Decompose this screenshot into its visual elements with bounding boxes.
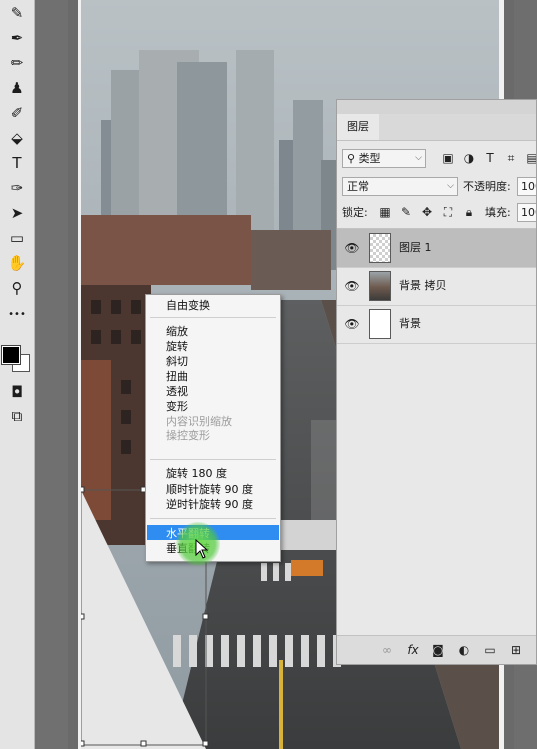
panel-titlebar[interactable] [337,100,536,114]
new-layer-icon[interactable]: ⊞ [508,642,524,658]
visibility-eye-icon[interactable]: 👁︎ [344,316,360,332]
layer-filter-row: ⚲ 类型 ⌵ ▣ ◑ T ⌗ ▤ [337,146,536,172]
menu-item[interactable]: 自由变换 [166,298,210,313]
quick-select-icon[interactable]: ✎ [4,2,30,24]
layer-thumbnail [369,309,391,339]
filter-kind-label: 类型 [358,152,381,165]
stamp-icon[interactable]: ♟ [4,77,30,99]
menu-separator [150,317,276,318]
layer-thumbnail [369,271,391,301]
lock-artboard-icon[interactable]: ⛶ [440,204,456,220]
layer-style-icon[interactable]: fx [405,642,421,658]
opacity-field[interactable]: 100 [517,177,536,196]
filter-smart-object-icon[interactable]: ▤ [524,150,536,166]
visibility-eye-icon[interactable]: 👁︎ [344,240,360,256]
layer-list: 👁︎ 图层 1 👁︎ 背景 拷贝 👁︎ 背景 [337,228,536,344]
brush-icon[interactable]: ✏ [4,52,30,74]
tools-panel: ✎ ✒ ✏ ♟ ✐ ⬙ T ✑ ➤ ▭ ✋ ⚲ ••• ◘ ⧉ [0,0,35,749]
menu-item[interactable]: 斜切 [166,354,188,369]
filter-type-icon[interactable]: T [482,150,498,166]
layer-thumbnail [369,233,391,263]
foreground-color-swatch[interactable] [1,345,21,365]
menu-item[interactable]: 透视 [166,384,188,399]
add-mask-icon[interactable]: ◙ [430,642,446,658]
lock-image-icon[interactable]: ✎ [398,204,414,220]
opacity-label: 不透明度: [463,180,511,193]
eyedropper-icon[interactable]: ✒ [4,27,30,49]
lock-transparent-icon[interactable]: ▦ [377,204,393,220]
zoom-icon[interactable]: ⚲ [4,277,30,299]
visibility-eye-icon[interactable]: 👁︎ [344,278,360,294]
transform-context-menu: 自由变换缩放 旋转 斜切 扭曲 透视 变形 内容识别缩放 操控变形旋转 180 度顺时针旋转 … [145,294,281,562]
adjustment-layer-icon[interactable]: ◐ [456,642,472,658]
selection-arrow-icon[interactable]: ➤ [4,202,30,224]
lock-label: 锁定: [342,206,368,219]
layer-row[interactable]: 👁︎ 背景 [337,305,536,344]
lock-position-icon[interactable]: ✥ [419,204,435,220]
new-group-icon[interactable]: ▭ [482,642,498,658]
menu-item[interactable]: 旋转 180 度 [166,466,227,481]
menu-item: 内容识别缩放 [166,415,232,428]
search-icon: ⚲ [347,152,359,165]
fill-label: 填充: [485,206,511,219]
menu-item[interactable]: 缩放 [166,324,188,339]
menu-separator [150,518,276,519]
paint-bucket-icon[interactable]: ⬙ [4,127,30,149]
layer-name[interactable]: 图层 1 [399,229,432,267]
more-tools-icon[interactable]: ••• [4,303,30,325]
lock-row: 锁定: ▦ ✎ ✥ ⛶ 🔒︎ 填充: 100 [337,200,536,226]
menu-item: 操控变形 [166,429,210,442]
menu-item[interactable]: 逆时针旋转 90 度 [166,497,253,512]
fill-field[interactable]: 100 [517,203,536,222]
quick-mask-icon[interactable]: ◘ [4,381,30,403]
lock-all-icon[interactable]: 🔒︎ [461,204,477,220]
blend-mode-select[interactable]: 正常 ⌵ [342,177,458,196]
blend-mode-value: 正常 [347,180,369,193]
filter-shape-icon[interactable]: ⌗ [503,150,519,166]
mouse-pointer-icon [195,539,209,559]
canvas-gutter-left [35,0,68,749]
layer-row[interactable]: 👁︎ 背景 拷贝 [337,267,536,306]
menu-item[interactable]: 变形 [166,399,188,414]
pen-icon[interactable]: ✑ [4,177,30,199]
filter-adjustment-icon[interactable]: ◑ [461,150,477,166]
layer-name[interactable]: 背景 拷贝 [399,267,447,305]
menu-item[interactable]: 扭曲 [166,369,188,384]
menu-item[interactable]: 旋转 [166,339,188,354]
type-icon[interactable]: T [4,152,30,174]
link-layers-icon[interactable]: ∞ [379,642,395,658]
eraser-icon[interactable]: ✐ [4,102,30,124]
rectangle-icon[interactable]: ▭ [4,227,30,249]
panel-tab-row: 图层 [337,114,536,141]
color-swatches[interactable] [1,344,32,374]
filter-pixel-icon[interactable]: ▣ [440,150,456,166]
filter-kind-select[interactable]: ⚲ 类型 ⌵ [342,149,426,168]
layer-row[interactable]: 👁︎ 图层 1 [337,229,536,268]
tab-layers[interactable]: 图层 [337,114,379,140]
menu-item[interactable]: 顺时针旋转 90 度 [166,482,253,497]
menu-separator [150,459,276,460]
blend-row: 正常 ⌵ 不透明度: 100 [337,174,536,200]
chevron-down-icon: ⌵ [447,181,454,191]
screen-mode-icon[interactable]: ⧉ [4,405,30,427]
hand-icon[interactable]: ✋ [4,252,30,274]
chevron-down-icon: ⌵ [415,153,422,163]
layers-panel: 图层 ⚲ 类型 ⌵ ▣ ◑ T ⌗ ▤ 正常 ⌵ 不透明度: 100 锁定: ▦… [336,99,537,665]
layers-bottom-bar: ∞ fx ◙ ◐ ▭ ⊞ [337,635,536,664]
layer-name[interactable]: 背景 [399,305,421,343]
